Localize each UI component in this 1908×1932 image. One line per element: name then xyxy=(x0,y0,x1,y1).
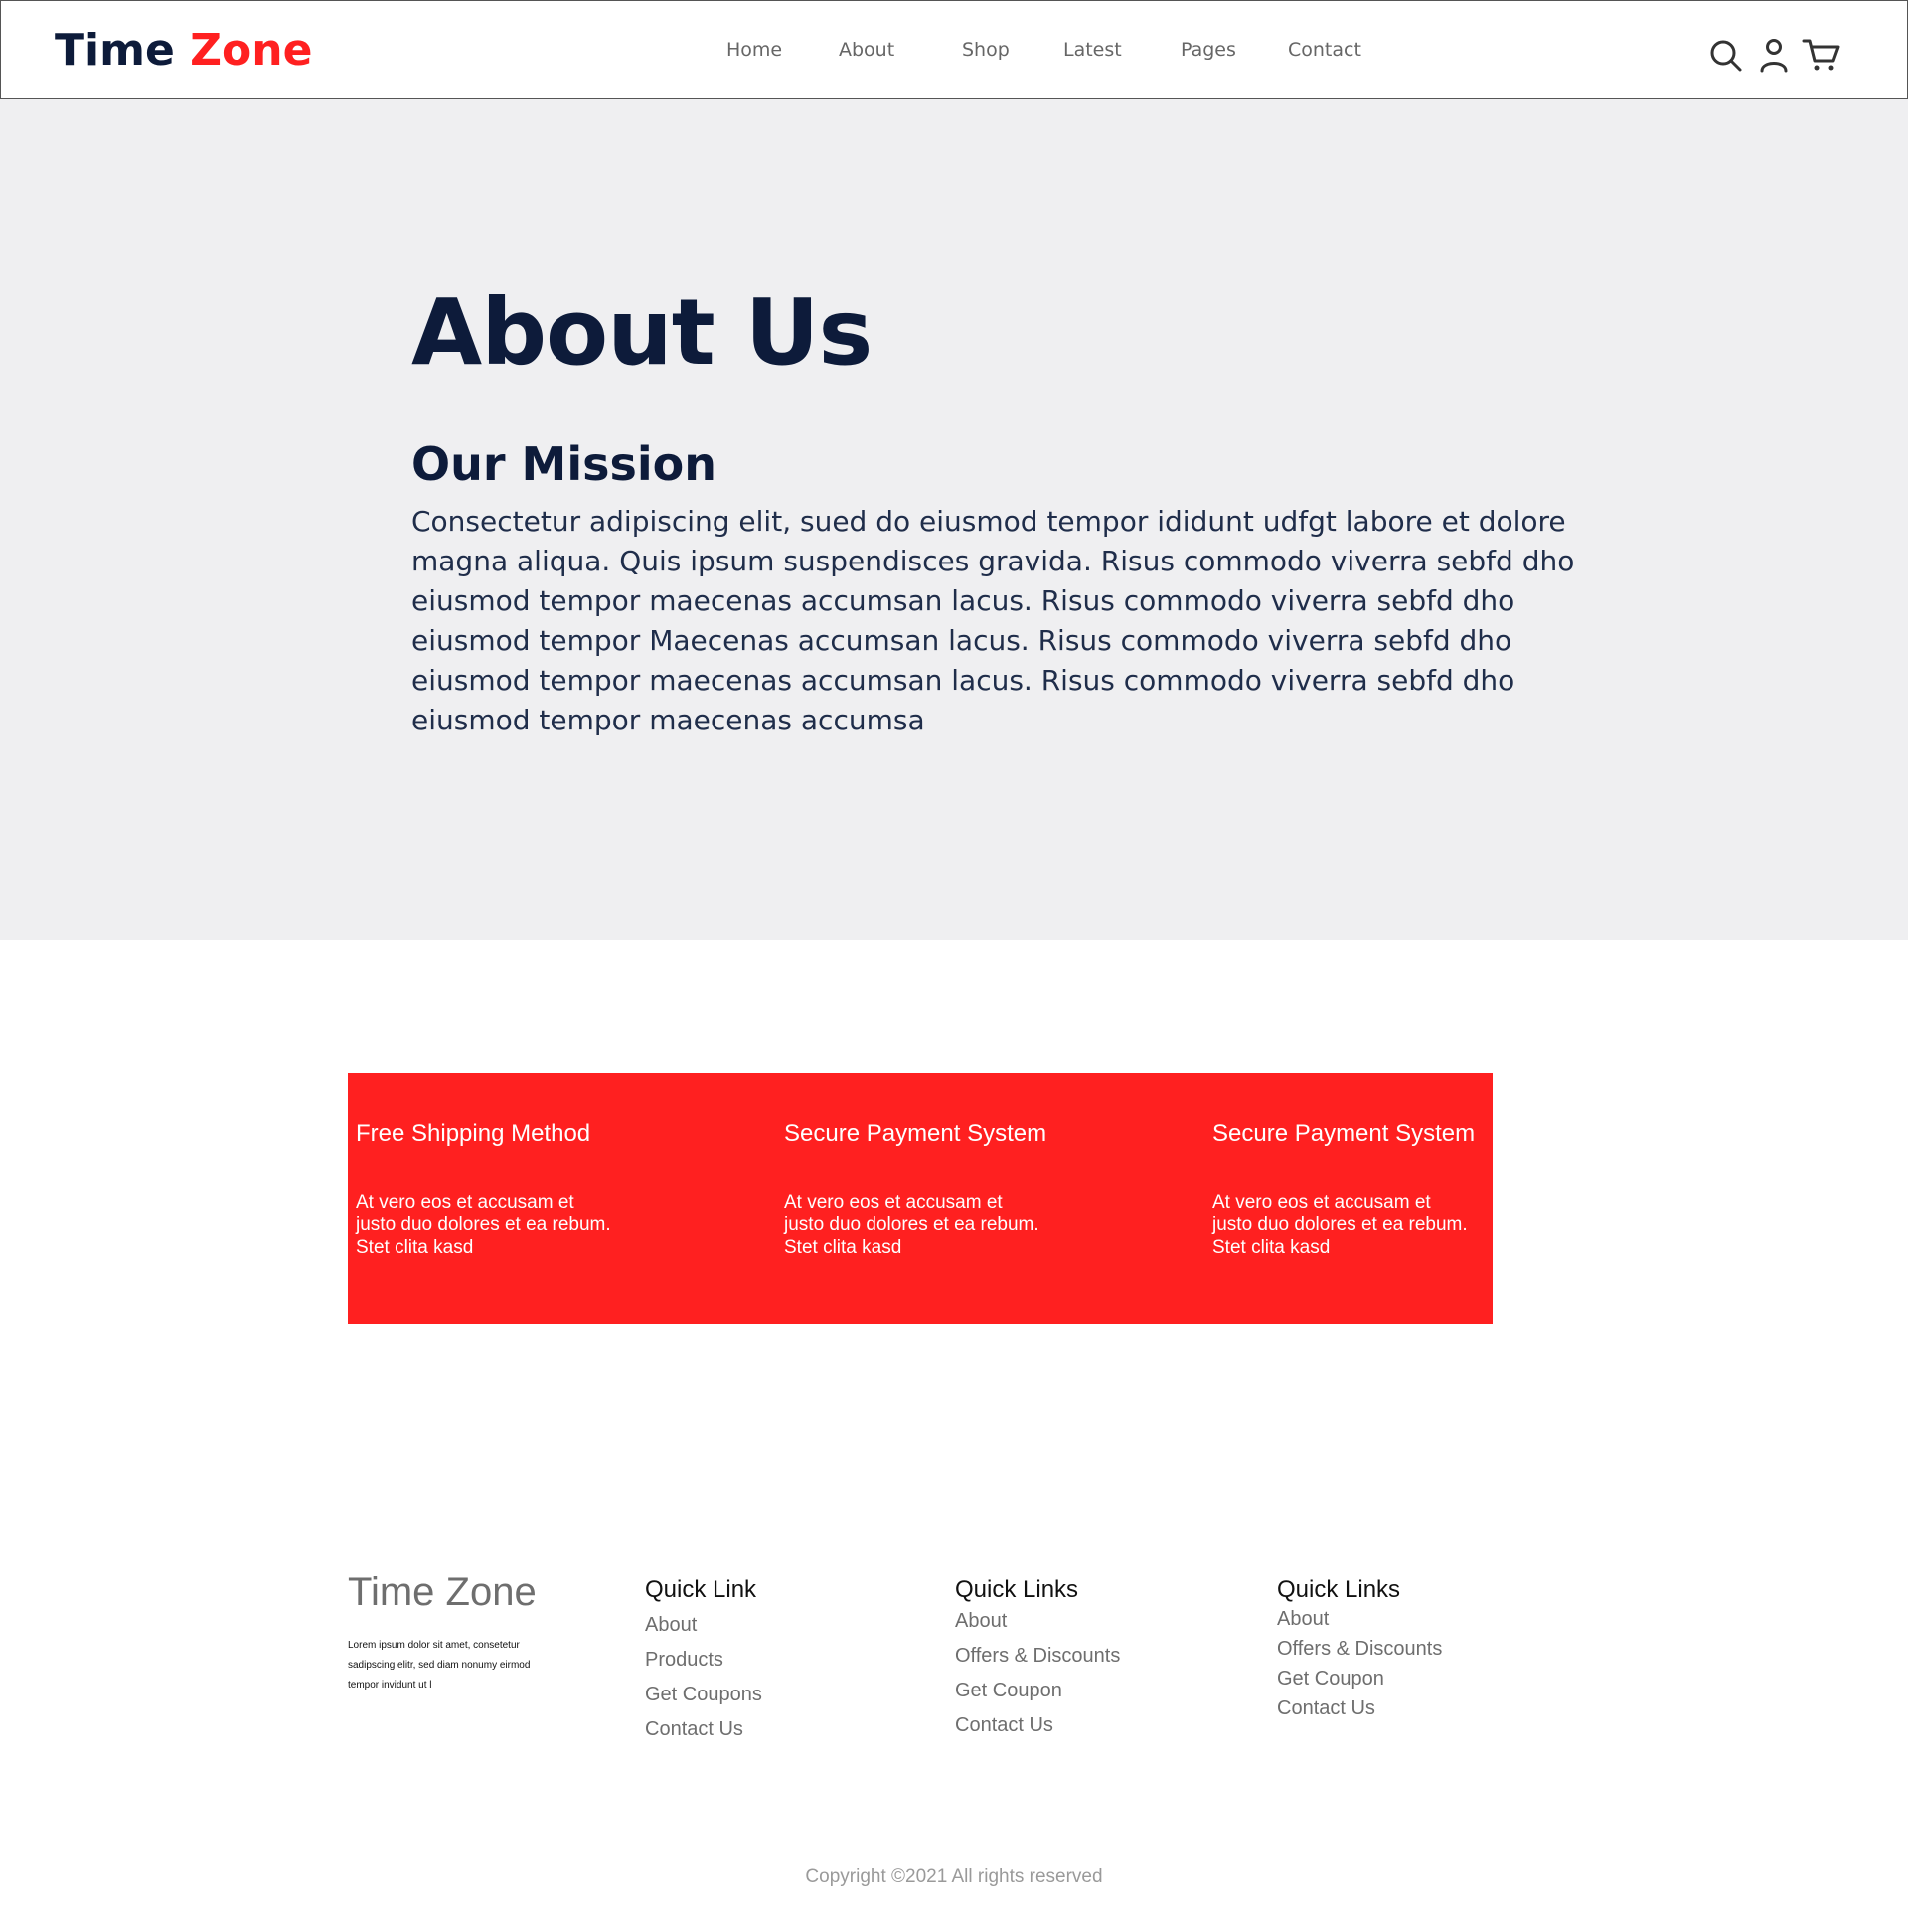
mission-text: Consectetur adipiscing elit, sued do eiu… xyxy=(411,505,1575,736)
nav-about[interactable]: About xyxy=(839,37,894,63)
footer-link-get-coupons[interactable]: Get Coupons xyxy=(645,1678,762,1712)
footer-link-contact-us[interactable]: Contact Us xyxy=(1277,1693,1442,1723)
feature-title: Free Shipping Method xyxy=(356,1120,591,1147)
feature-title: Secure Payment System xyxy=(1212,1120,1476,1147)
footer-link-offers-discounts[interactable]: Offers & Discounts xyxy=(1277,1634,1442,1664)
user-icon[interactable] xyxy=(1758,37,1790,77)
nav-latest[interactable]: Latest xyxy=(1063,37,1122,63)
footer-link-contact-us[interactable]: Contact Us xyxy=(645,1712,762,1747)
cart-icon[interactable] xyxy=(1802,37,1841,77)
main-nav: Home About Shop Latest Pages Contact xyxy=(1,37,1907,67)
feature-desc: At vero eos et accusam et justo duo dolo… xyxy=(1212,1192,1468,1258)
footer-column-heading: Quick Links xyxy=(1277,1576,1401,1603)
footer-link-about[interactable]: About xyxy=(1277,1604,1442,1634)
footer-column-2: Quick Links About Offers & Discounts Get… xyxy=(955,1576,1120,1743)
site-header: Time Zone Home About Shop Latest Pages C… xyxy=(0,0,1908,99)
footer-link-offers-discounts[interactable]: Offers & Discounts xyxy=(955,1639,1120,1674)
footer-link-about[interactable]: About xyxy=(955,1604,1120,1639)
feature-desc: At vero eos et accusam et justo duo dolo… xyxy=(356,1192,611,1258)
footer-link-contact-us[interactable]: Contact Us xyxy=(955,1708,1120,1743)
copyright-text: Copyright ©2021 All rights reserved xyxy=(805,1866,1103,1887)
footer-description: Lorem ipsum dolor sit amet, consetetur s… xyxy=(348,1640,531,1690)
features-band: Free Shipping Method At vero eos et accu… xyxy=(348,1073,1493,1324)
footer-brand: Time Zone xyxy=(348,1570,537,1614)
footer-link-get-coupon[interactable]: Get Coupon xyxy=(1277,1664,1442,1693)
page-title: About Us xyxy=(411,279,873,386)
footer-column-heading: Quick Link xyxy=(645,1576,757,1603)
nav-home[interactable]: Home xyxy=(726,37,782,63)
about-hero: About Us Our Mission Consectetur adipisc… xyxy=(0,99,1908,940)
footer-column-1: Quick Link About Products Get Coupons Co… xyxy=(645,1576,762,1747)
nav-shop[interactable]: Shop xyxy=(962,37,1010,63)
feature-desc: At vero eos et accusam et justo duo dolo… xyxy=(784,1192,1039,1258)
search-icon[interactable] xyxy=(1708,37,1744,77)
footer-link-about[interactable]: About xyxy=(645,1608,762,1643)
footer-column-3: Quick Links About Offers & Discounts Get… xyxy=(1277,1576,1442,1723)
nav-contact[interactable]: Contact xyxy=(1288,37,1361,63)
mission-heading: Our Mission xyxy=(411,437,716,491)
nav-pages[interactable]: Pages xyxy=(1181,37,1236,63)
footer-link-products[interactable]: Products xyxy=(645,1643,762,1678)
footer-column-heading: Quick Links xyxy=(955,1576,1079,1603)
footer-link-get-coupon[interactable]: Get Coupon xyxy=(955,1674,1120,1708)
header-icons xyxy=(1708,37,1847,77)
feature-title: Secure Payment System xyxy=(784,1120,1047,1147)
